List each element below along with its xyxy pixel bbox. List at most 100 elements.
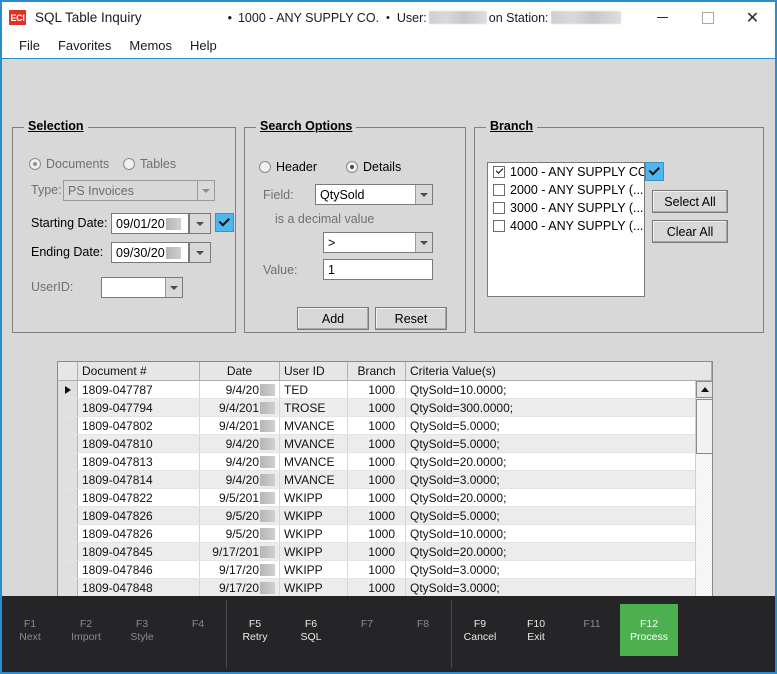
row-selector[interactable] <box>58 543 78 560</box>
scrollbar-track[interactable] <box>696 399 712 614</box>
operator-combo[interactable]: > <box>323 232 433 253</box>
menu-item-file[interactable]: File <box>10 36 49 55</box>
starting-date-dropdown[interactable] <box>189 213 211 234</box>
row-selector[interactable] <box>58 525 78 542</box>
function-key-f5[interactable]: F5 Retry <box>227 596 283 644</box>
chevron-down-icon[interactable] <box>197 181 214 200</box>
list-item[interactable]: 4000 - ANY SUPPLY (... <box>488 217 644 235</box>
list-item[interactable]: 2000 - ANY SUPPLY (... <box>488 181 644 199</box>
clear-all-button[interactable]: Clear All <box>652 220 728 243</box>
branch-confirm-button[interactable] <box>645 162 664 181</box>
radio-tables[interactable]: Tables <box>123 157 176 171</box>
grid-header-criteria[interactable]: Criteria Value(s) <box>406 362 712 380</box>
select-all-button[interactable]: Select All <box>652 190 728 213</box>
cell-document: 1809-047802 <box>78 417 200 434</box>
cell-document: 1809-047787 <box>78 381 200 398</box>
type-combo[interactable]: PS Invoices <box>63 180 215 201</box>
row-selector[interactable] <box>58 579 78 596</box>
function-key-label: F9 <box>473 618 487 630</box>
field-combo[interactable]: QtySold <box>315 184 433 205</box>
table-row[interactable]: 1809-047802 9/4/201 MVANCE 1000 QtySold=5.00… <box>58 417 712 435</box>
operator-combo-value: > <box>328 235 336 250</box>
grid-header-date[interactable]: Date <box>200 362 280 380</box>
row-selector[interactable] <box>58 399 78 416</box>
reset-button[interactable]: Reset <box>375 307 447 330</box>
title-bar: ECI SQL Table Inquiry • 1000 - ANY SUPPL… <box>2 2 775 33</box>
grid-body: 1809-047787 9/4/20 TED 1000 QtySold=10.0000;… <box>58 381 712 632</box>
list-item-label: 1000 - ANY SUPPLY CO. <box>510 165 645 179</box>
table-row[interactable]: 1809-047813 9/4/20 MVANCE 1000 QtySold=20.00… <box>58 453 712 471</box>
function-key-f9[interactable]: F9 Cancel <box>452 596 508 644</box>
checkbox-icon[interactable] <box>493 184 505 196</box>
scroll-up-icon[interactable] <box>696 381 712 398</box>
client-area: Selection Documents Tables Type: PS Invo… <box>2 59 775 633</box>
table-row[interactable]: 1809-047848 9/17/20 WKIPP 1000 QtySold=3.000… <box>58 579 712 597</box>
menu-item-favorites[interactable]: Favorites <box>49 36 120 55</box>
table-row[interactable]: 1809-047822 9/5/201 WKIPP 1000 QtySold=20.00… <box>58 489 712 507</box>
row-selector[interactable] <box>58 435 78 452</box>
table-row[interactable]: 1809-047794 9/4/201 TROSE 1000 QtySold=300.0… <box>58 399 712 417</box>
cell-document: 1809-047810 <box>78 435 200 452</box>
checkbox-icon[interactable] <box>493 220 505 232</box>
eci-logo-icon: ECI <box>9 10 26 25</box>
function-key-f10[interactable]: F10 Exit <box>508 596 564 644</box>
chevron-down-icon[interactable] <box>190 243 210 262</box>
value-input[interactable]: 1 <box>323 259 433 280</box>
cell-userid: MVANCE <box>280 471 348 488</box>
row-selector[interactable] <box>58 561 78 578</box>
table-row[interactable]: 1809-047845 9/17/201 WKIPP 1000 QtySold=20.0… <box>58 543 712 561</box>
ending-date-dropdown[interactable] <box>189 242 211 263</box>
radio-documents[interactable]: Documents <box>29 157 109 171</box>
chevron-down-icon[interactable] <box>165 278 182 297</box>
cell-date: 9/4/201 <box>200 399 280 416</box>
radio-header[interactable]: Header <box>259 160 317 174</box>
cell-userid: WKIPP <box>280 561 348 578</box>
grid-header-userid[interactable]: User ID <box>280 362 348 380</box>
maximize-button[interactable] <box>685 2 730 33</box>
grid-vertical-scrollbar[interactable] <box>695 381 712 632</box>
cell-date: 9/17/20 <box>200 579 280 596</box>
table-row[interactable]: 1809-047787 9/4/20 TED 1000 QtySold=10.0000; <box>58 381 712 399</box>
grid-header-branch[interactable]: Branch <box>348 362 406 380</box>
checkbox-icon[interactable] <box>493 202 505 214</box>
starting-date-field[interactable]: 09/01/20 <box>111 213 189 234</box>
row-selector[interactable] <box>58 417 78 434</box>
results-grid[interactable]: Document # Date User ID Branch Criteria … <box>57 361 713 633</box>
row-selector[interactable] <box>58 471 78 488</box>
cell-criteria: QtySold=3.0000; <box>410 472 500 487</box>
chevron-down-icon[interactable] <box>190 214 210 233</box>
radio-details[interactable]: Details <box>346 160 401 174</box>
chevron-down-icon[interactable] <box>415 185 432 204</box>
add-button[interactable]: Add <box>297 307 369 330</box>
scrollbar-thumb[interactable] <box>696 399 712 454</box>
table-row[interactable]: 1809-047814 9/4/20 MVANCE 1000 QtySold=3.000… <box>58 471 712 489</box>
cell-document: 1809-047822 <box>78 489 200 506</box>
function-key-f12[interactable]: F12 Process <box>620 604 678 656</box>
list-item[interactable]: 1000 - ANY SUPPLY CO. <box>488 163 644 181</box>
row-selector[interactable] <box>58 381 78 398</box>
branch-list[interactable]: 1000 - ANY SUPPLY CO. 2000 - ANY SUPPLY … <box>487 162 645 297</box>
close-button[interactable]: ✕ <box>730 2 775 33</box>
menu-item-memos[interactable]: Memos <box>120 36 181 55</box>
table-row[interactable]: 1809-047826 9/5/20 WKIPP 1000 QtySold=10.000… <box>58 525 712 543</box>
cell-userid: MVANCE <box>280 435 348 452</box>
table-row[interactable]: 1809-047810 9/4/20 MVANCE 1000 QtySold=5.000… <box>58 435 712 453</box>
chevron-down-icon[interactable] <box>415 233 432 252</box>
row-selector[interactable] <box>58 489 78 506</box>
ending-date-field[interactable]: 09/30/20 <box>111 242 189 263</box>
grid-header-document[interactable]: Document # <box>78 362 200 380</box>
list-item[interactable]: 3000 - ANY SUPPLY (... <box>488 199 644 217</box>
row-selector[interactable] <box>58 507 78 524</box>
table-row[interactable]: 1809-047826 9/5/20 WKIPP 1000 QtySold=5.0000… <box>58 507 712 525</box>
function-key-f6[interactable]: F6 SQL <box>283 596 339 644</box>
starting-date-confirm-button[interactable] <box>215 213 234 232</box>
menu-item-help[interactable]: Help <box>181 36 226 55</box>
function-key-name: Import <box>71 631 101 643</box>
station-name-redacted <box>550 11 621 24</box>
minimize-button[interactable] <box>640 2 685 33</box>
grid-header-select <box>58 362 78 380</box>
checkbox-icon[interactable] <box>493 166 505 178</box>
table-row[interactable]: 1809-047846 9/17/20 WKIPP 1000 QtySold=3.000… <box>58 561 712 579</box>
userid-combo[interactable] <box>101 277 183 298</box>
row-selector[interactable] <box>58 453 78 470</box>
